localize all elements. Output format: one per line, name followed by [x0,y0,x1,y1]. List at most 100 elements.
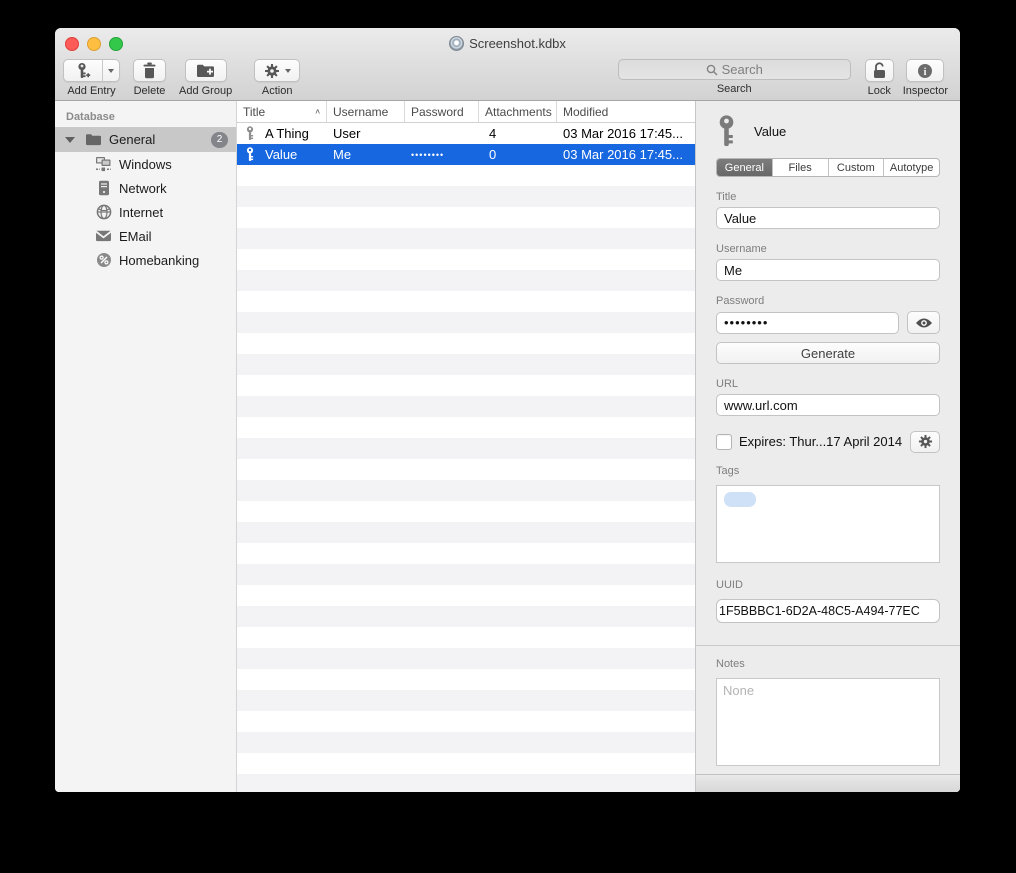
titlebar[interactable]: Screenshot.kdbx [55,28,960,58]
action-button[interactable] [254,59,300,82]
password-field-label: Password [716,295,940,307]
show-password-button[interactable] [907,311,940,334]
traffic-lights [65,37,123,51]
url-field-label: URL [716,378,940,390]
action-label: Action [262,85,293,97]
inspector-tabs: General Files Custom Autotype [716,158,940,177]
uuid-field[interactable] [716,599,940,623]
folder-plus-icon [196,63,215,78]
uuid-field-label: UUID [716,579,940,591]
generate-button[interactable]: Generate [716,342,940,364]
entry-title: A Thing [265,126,309,141]
tool-delete: Delete [133,59,166,97]
inspector-header: Value [716,111,940,151]
key-icon [716,115,737,148]
title-field[interactable] [716,207,940,229]
expires-row: Expires: Thur...17 April 2014 [716,430,940,453]
close-button[interactable] [65,37,79,51]
key-icon [245,126,255,141]
column-header-password[interactable]: Password [405,101,479,122]
disclosure-triangle-icon[interactable] [65,137,75,143]
globe-icon [95,204,112,221]
minimize-button[interactable] [87,37,101,51]
username-field[interactable] [716,259,940,281]
tab-files[interactable]: Files [772,159,828,176]
group-count-badge: 2 [211,132,228,148]
sidebar-item-label: Homebanking [119,253,199,268]
delete-label: Delete [134,85,166,97]
inspector-entry-title: Value [754,124,786,139]
app-window: Screenshot.kdbx [55,28,960,792]
trash-icon [142,62,157,79]
table-row[interactable]: A Thing User 4 03 Mar 2016 17:45... [237,123,695,144]
sidebar-group-general[interactable]: General 2 [55,127,236,152]
toolbar: Add Entry Delete [55,58,960,101]
delete-button[interactable] [133,59,166,82]
add-group-button[interactable] [185,59,227,82]
password-field[interactable] [716,312,899,334]
entry-username: User [327,126,405,141]
tab-general[interactable]: General [717,159,772,176]
notes-field[interactable] [716,678,940,766]
gear-icon [264,63,280,79]
sidebar-item-homebanking[interactable]: Homebanking [55,248,236,272]
tab-autotype[interactable]: Autotype [883,159,939,176]
entry-list-empty-rows [237,165,695,792]
add-entry-button[interactable] [63,59,120,82]
folder-icon [84,131,101,148]
main-content: Database General 2 [55,101,960,792]
add-entry-dropdown[interactable] [102,60,119,81]
gear-icon [918,434,933,449]
tool-search: Search Search [618,59,851,95]
search-label: Search [717,83,752,95]
tag-token[interactable] [724,492,756,507]
entry-table-header: Title ∧ Username Password Attachments Mo… [237,101,695,123]
sidebar-item-internet[interactable]: Internet [55,200,236,224]
tool-inspector: i Inspector [903,59,948,97]
entry-modified: 03 Mar 2016 17:45... [557,126,695,141]
entry-list: Title ∧ Username Password Attachments Mo… [237,101,695,792]
window-header: Screenshot.kdbx [55,28,960,101]
inspector-bottom-bar [696,774,960,792]
username-field-label: Username [716,243,940,255]
column-header-title[interactable]: Title ∧ [237,101,327,122]
percent-icon [95,252,112,269]
column-header-attachments[interactable]: Attachments [479,101,557,122]
zoom-button[interactable] [109,37,123,51]
info-icon: i [917,63,933,79]
expires-checkbox[interactable] [716,434,732,450]
lock-label: Lock [868,85,891,97]
lock-button[interactable] [865,59,894,82]
inspector-panel: Value General Files Custom Autotype Titl… [695,101,960,792]
inspector-button[interactable]: i [906,59,944,82]
tab-custom[interactable]: Custom [828,159,884,176]
entry-modified: 03 Mar 2016 17:45... [557,147,695,162]
tool-lock: Lock [865,59,894,97]
sidebar-item-email[interactable]: EMail [55,224,236,248]
entry-attachments: 0 [479,147,557,162]
window-title-text: Screenshot.kdbx [469,36,566,51]
section-divider [696,645,960,646]
key-plus-icon[interactable] [64,60,102,81]
key-icon [245,147,255,162]
add-group-label: Add Group [179,85,232,97]
tags-field-label: Tags [716,465,940,477]
search-input[interactable]: Search [618,59,851,80]
sidebar-item-network[interactable]: Network [55,176,236,200]
url-field[interactable] [716,394,940,416]
sidebar-item-label: Network [119,181,167,196]
sidebar-section-header: Database [55,101,236,127]
entry-username: Me [327,147,405,162]
sidebar-item-label: Windows [119,157,172,172]
search-icon [706,64,718,76]
sidebar-item-windows[interactable]: Windows [55,152,236,176]
table-row-selected[interactable]: Value Me •••••••• 0 03 Mar 2016 17:45... [237,144,695,165]
unlock-icon [872,62,887,79]
eye-icon [915,317,933,329]
column-header-modified[interactable]: Modified [557,101,695,122]
windows-network-icon [95,156,112,173]
expires-settings-button[interactable] [910,431,940,453]
tags-field[interactable] [716,485,940,563]
chevron-down-icon [285,69,291,73]
column-header-username[interactable]: Username [327,101,405,122]
